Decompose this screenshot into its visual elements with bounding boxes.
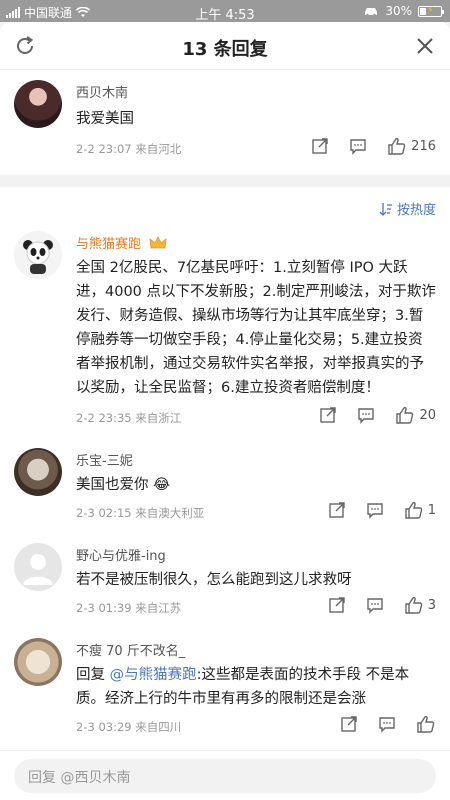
comment-time: 2-2 23:07 来自河北 bbox=[76, 142, 182, 156]
battery-icon: ⚡ bbox=[418, 5, 444, 17]
comment-meta: 2-2 23:07 来自河北 216 bbox=[76, 137, 436, 161]
like-count: 20 bbox=[419, 407, 436, 423]
share-button[interactable] bbox=[328, 596, 346, 614]
reply-item: 与熊猫赛跑 全国 2亿股民、7亿基民呼吁：1.立刻暂停 IPO 大跃进，4000… bbox=[0, 223, 450, 440]
comment-author[interactable]: 西贝木南 bbox=[76, 82, 436, 101]
like-count: 1 bbox=[427, 502, 436, 518]
avatar[interactable] bbox=[14, 80, 62, 128]
thumbs-up-icon bbox=[388, 137, 406, 155]
comment-text: 若不是被压制很久，怎么能跑到这儿求救呀 bbox=[76, 572, 352, 588]
reply-item: 乐宝-三妮 美国也爱你 😂 2-3 02:15 来自澳大利亚 1 bbox=[0, 440, 450, 535]
avatar[interactable] bbox=[14, 231, 62, 279]
thumbs-up-icon bbox=[405, 501, 422, 519]
comment-icon bbox=[350, 139, 366, 155]
thumbs-up-icon bbox=[405, 596, 422, 614]
comment-time: 2-3 03:29 来自四川 bbox=[76, 720, 182, 734]
share-button[interactable] bbox=[319, 406, 337, 424]
avatar[interactable] bbox=[14, 543, 62, 591]
battery-percent: 30% bbox=[385, 4, 412, 18]
close-icon[interactable] bbox=[412, 33, 438, 59]
panda-avatar-image bbox=[14, 231, 62, 279]
thumbs-up-icon bbox=[417, 715, 435, 733]
share-icon bbox=[341, 716, 357, 732]
comment-icon bbox=[358, 408, 375, 424]
like-button[interactable]: 1 bbox=[404, 501, 436, 519]
reply-item: 野心与优雅-ing 若不是被压制很久，怎么能跑到这儿求救呀 2-3 01:39 … bbox=[0, 535, 450, 630]
reply-prefix: 回复 bbox=[76, 667, 110, 683]
comment-meta: 2-3 02:15 来自澳大利亚 1 bbox=[76, 501, 436, 525]
section-divider bbox=[0, 175, 450, 187]
comment-text: 回复 @与熊猫赛跑:这些都是表面的技术手段 不是本质。经济上行的牛市里有再多的限… bbox=[76, 663, 436, 711]
status-bar: 中国联通 上午 4:53 30% ⚡ bbox=[0, 0, 450, 23]
share-button[interactable] bbox=[340, 715, 358, 733]
like-button[interactable]: 20 bbox=[395, 406, 436, 424]
comment-text-body: 美国也爱你 bbox=[76, 477, 149, 493]
like-count: 216 bbox=[411, 138, 436, 154]
comment-text: 全国 2亿股民、7亿基民呼吁：1.立刻暂停 IPO 大跃进，4000 点以下不发… bbox=[76, 260, 436, 396]
comment-icon bbox=[367, 598, 383, 614]
reply-button[interactable] bbox=[349, 137, 367, 155]
comment-author[interactable]: 野心与优雅-ing bbox=[76, 545, 436, 564]
comment-text: 美国也爱你 😂 bbox=[76, 473, 436, 497]
comment-time: 2-3 01:39 来自江苏 bbox=[76, 601, 182, 615]
thumbs-up-icon bbox=[396, 406, 414, 424]
reply-button[interactable] bbox=[366, 596, 384, 614]
sort-icon bbox=[379, 202, 392, 216]
reply-button[interactable] bbox=[357, 406, 375, 424]
comment-author[interactable]: 乐宝-三妮 bbox=[76, 450, 436, 469]
share-icon bbox=[312, 138, 328, 154]
reply-input[interactable]: 回复 @西贝木南 bbox=[14, 759, 436, 793]
author-name: 与熊猫赛跑 bbox=[76, 237, 142, 252]
reply-button[interactable] bbox=[366, 501, 384, 519]
laugh-emoji: 😂 bbox=[153, 477, 171, 493]
reply-input-bar: 回复 @西贝木南 bbox=[0, 750, 450, 800]
crown-badge-icon bbox=[149, 236, 167, 249]
root-comment: 西贝木南 我爱美国 2-2 23:07 来自河北 216 bbox=[0, 70, 450, 175]
share-button[interactable] bbox=[311, 137, 329, 155]
comment-meta: 2-3 03:29 来自四川 bbox=[76, 715, 436, 739]
car-icon bbox=[365, 7, 378, 16]
comment-time: 2-2 23:35 来自浙江 bbox=[76, 411, 182, 425]
comment-author[interactable]: 不瘦 70 斤不改名_ bbox=[76, 640, 436, 659]
sort-label: 按热度 bbox=[396, 203, 436, 218]
like-button[interactable] bbox=[416, 715, 436, 733]
sheet-title: 13 条回复 bbox=[182, 39, 268, 60]
avatar[interactable] bbox=[14, 448, 62, 496]
comment-time: 2-3 02:15 来自澳大利亚 bbox=[76, 506, 205, 520]
sort-by-heat-button[interactable]: 按热度 bbox=[379, 199, 436, 218]
share-button[interactable] bbox=[328, 501, 346, 519]
avatar[interactable] bbox=[14, 638, 62, 686]
like-count: 3 bbox=[427, 597, 436, 613]
comment-text: 我爱美国 bbox=[76, 111, 134, 127]
comment-icon bbox=[379, 717, 395, 733]
sheet-header: 13 条回复 bbox=[0, 22, 450, 70]
reply-button[interactable] bbox=[378, 715, 396, 733]
comment-meta: 2-3 01:39 来自江苏 3 bbox=[76, 596, 436, 620]
comment-author[interactable]: 与熊猫赛跑 bbox=[76, 233, 436, 252]
replies-sheet: 13 条回复 西贝木南 我爱美国 2-2 23:07 来自河北 216 按热度 … bbox=[0, 22, 450, 800]
like-button[interactable]: 3 bbox=[404, 596, 436, 614]
default-avatar-icon bbox=[23, 554, 53, 585]
comment-meta: 2-2 23:35 来自浙江 20 bbox=[76, 406, 436, 430]
comment-icon bbox=[367, 503, 383, 519]
reply-item: 不瘦 70 斤不改名_ 回复 @与熊猫赛跑:这些都是表面的技术手段 不是本质。经… bbox=[0, 630, 450, 739]
share-icon bbox=[329, 597, 345, 613]
share-icon bbox=[320, 407, 337, 423]
mention-link[interactable]: @与熊猫赛跑 bbox=[110, 667, 197, 683]
like-button[interactable]: 216 bbox=[387, 137, 436, 155]
share-icon bbox=[329, 502, 345, 518]
sort-bar: 按热度 bbox=[0, 187, 450, 223]
